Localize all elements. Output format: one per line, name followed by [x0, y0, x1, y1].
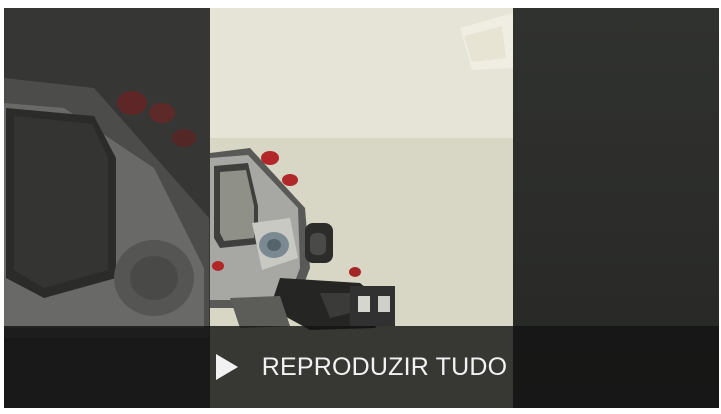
video-player[interactable]: REPRODUZIR TUDO [4, 8, 719, 408]
play-all-overlay[interactable]: REPRODUZIR TUDO [4, 326, 719, 408]
play-all-label: REPRODUZIR TUDO [261, 352, 508, 381]
play-icon [215, 354, 238, 380]
play-all-button[interactable]: REPRODUZIR TUDO [215, 352, 508, 382]
